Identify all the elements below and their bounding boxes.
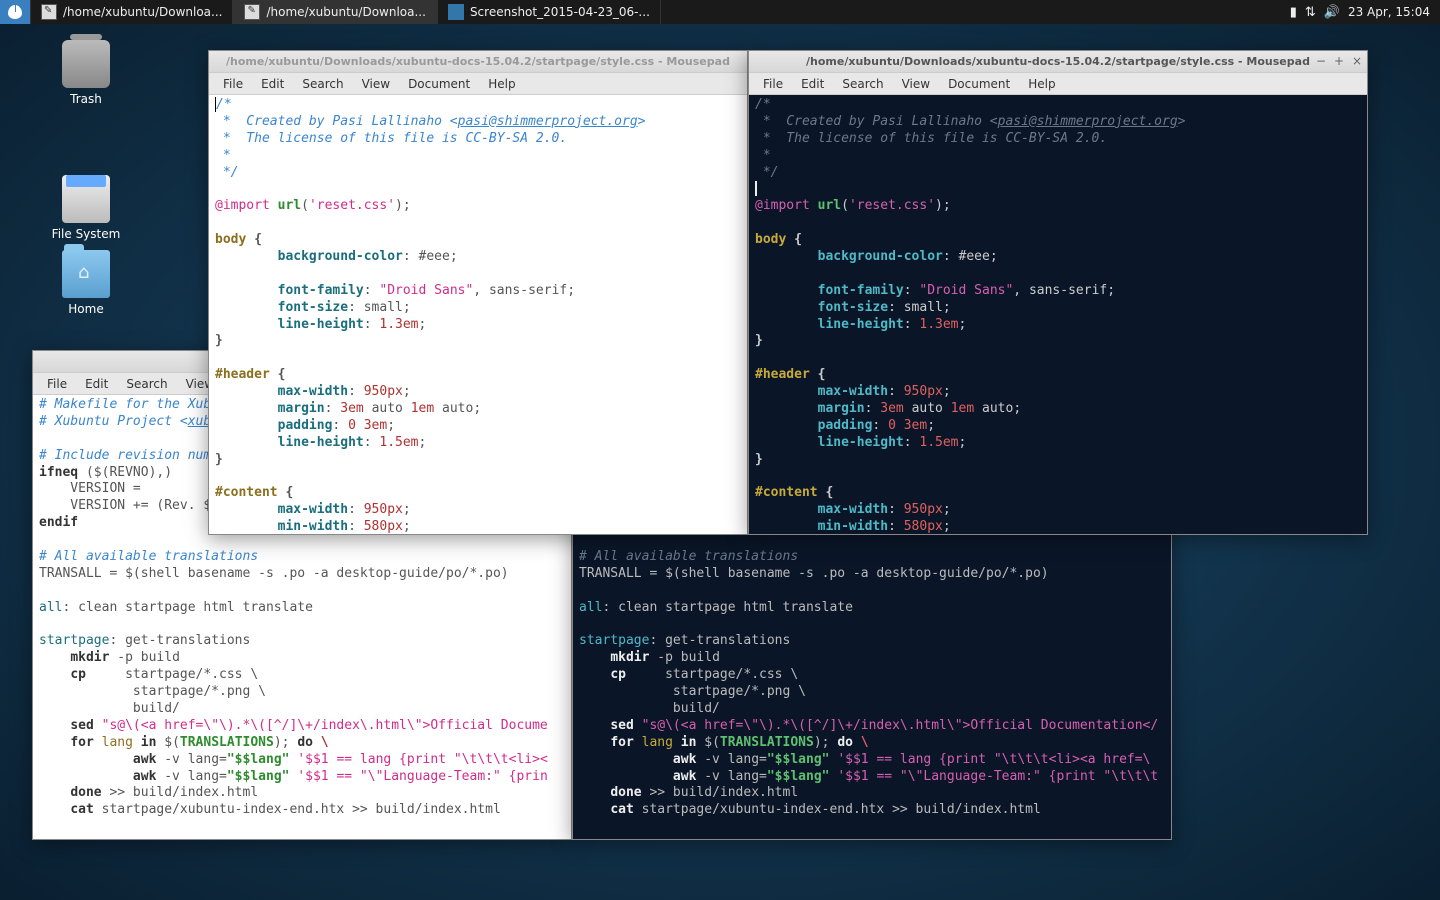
taskbar-item-mousepad-1[interactable]: /home/xubuntu/Downloa... (30, 0, 233, 24)
taskbar-label: /home/xubuntu/Downloa... (266, 5, 425, 19)
battery-icon[interactable]: ▮ (1290, 5, 1297, 20)
menubar: File Edit Search View Document Help (209, 73, 747, 95)
menu-file[interactable]: File (215, 75, 251, 93)
clock[interactable]: 23 Apr, 15:04 (1348, 5, 1430, 19)
menu-document[interactable]: Document (400, 75, 478, 93)
whisker-menu-button[interactable] (0, 0, 30, 24)
maximize-button[interactable]: + (1333, 56, 1345, 68)
desktop-filesystem[interactable]: File System (46, 145, 126, 241)
window-title: /home/xubuntu/Downloads/xubuntu-docs-15.… (226, 55, 730, 68)
icon-label: Home (46, 302, 126, 316)
minimize-button[interactable]: − (1315, 56, 1327, 68)
window-title: /home/xubuntu/Downloads/xubuntu-docs-15.… (806, 55, 1310, 68)
menu-file[interactable]: File (39, 375, 75, 393)
desktop-trash[interactable]: Trash (46, 40, 126, 106)
icon-label: File System (46, 227, 126, 241)
editor-icon (244, 4, 260, 20)
menu-view[interactable]: View (894, 75, 938, 93)
menu-document[interactable]: Document (940, 75, 1018, 93)
desktop-home[interactable]: Home (46, 250, 126, 316)
menubar: File Edit Search View Document Help (749, 73, 1367, 95)
window-css-light[interactable]: /home/xubuntu/Downloads/xubuntu-docs-15.… (208, 50, 748, 535)
menu-view[interactable]: View (354, 75, 398, 93)
editor-area[interactable]: /* * Created by Pasi Lallinaho <pasi@shi… (749, 95, 1367, 534)
trash-icon (62, 40, 110, 88)
menu-help[interactable]: Help (1020, 75, 1063, 93)
close-button[interactable]: × (1351, 56, 1363, 68)
menu-edit[interactable]: Edit (77, 375, 116, 393)
text-cursor (755, 181, 757, 196)
taskbar-item-mousepad-2[interactable]: /home/xubuntu/Downloa... (233, 0, 436, 24)
titlebar[interactable]: /home/xubuntu/Downloads/xubuntu-docs-15.… (749, 51, 1367, 73)
taskbar-label: /home/xubuntu/Downloa... (63, 5, 222, 19)
window-css-dark[interactable]: /home/xubuntu/Downloads/xubuntu-docs-15.… (748, 50, 1368, 535)
titlebar[interactable]: /home/xubuntu/Downloads/xubuntu-docs-15.… (209, 51, 747, 73)
disk-icon (62, 175, 110, 223)
menu-search[interactable]: Search (118, 375, 175, 393)
menu-file[interactable]: File (755, 75, 791, 93)
top-panel: /home/xubuntu/Downloa... /home/xubuntu/D… (0, 0, 1440, 24)
menu-search[interactable]: Search (294, 75, 351, 93)
menu-edit[interactable]: Edit (253, 75, 292, 93)
volume-icon[interactable]: 🔊 (1324, 5, 1340, 20)
image-icon (448, 4, 464, 20)
editor-area[interactable]: /* * Created by Pasi Lallinaho <pasi@shi… (209, 95, 747, 534)
menu-edit[interactable]: Edit (793, 75, 832, 93)
folder-icon (62, 250, 110, 298)
icon-label: Trash (46, 92, 126, 106)
taskbar-label: Screenshot_2015-04-23_06-... (470, 5, 650, 19)
taskbar-item-screenshot[interactable]: Screenshot_2015-04-23_06-... (437, 0, 661, 24)
xubuntu-logo-icon (8, 5, 22, 19)
menu-help[interactable]: Help (480, 75, 523, 93)
menu-search[interactable]: Search (834, 75, 891, 93)
editor-icon (41, 4, 57, 20)
network-icon[interactable]: ⇅ (1305, 5, 1316, 20)
